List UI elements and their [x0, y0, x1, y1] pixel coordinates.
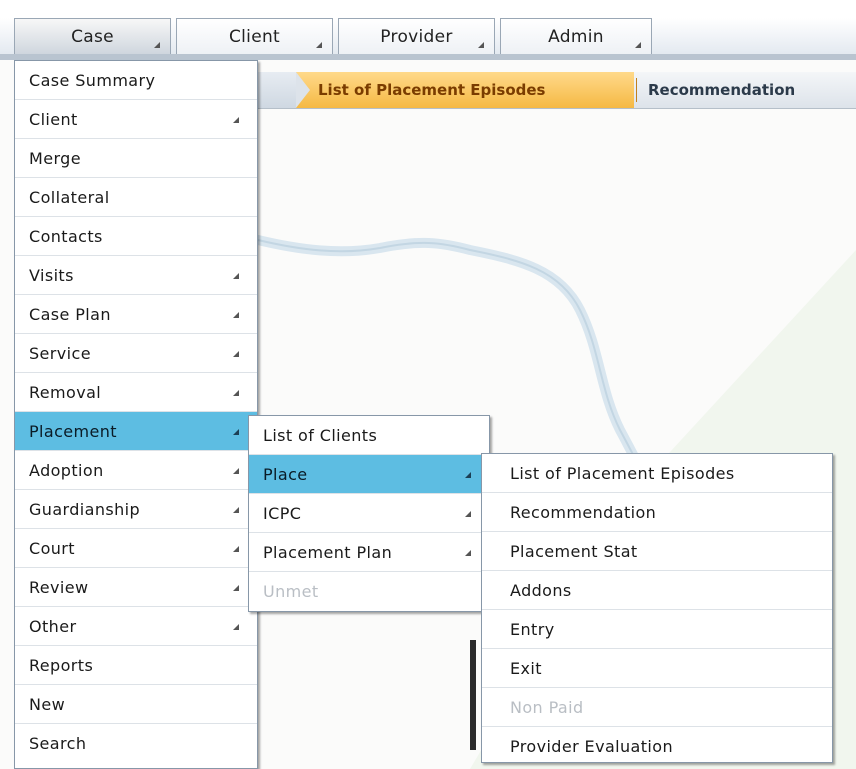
menu-item-label: List of Placement Episodes [510, 463, 735, 483]
menu-item-visits[interactable]: Visits [15, 256, 257, 295]
menu-item-label: Adoption [29, 460, 104, 480]
menu-item-new[interactable]: New [15, 685, 257, 724]
case-menu-button[interactable]: Case [14, 18, 171, 54]
menu-item-label: Placement Plan [263, 542, 393, 562]
menu-item-label: Recommendation [510, 502, 657, 522]
submenu-arrow-icon [233, 312, 239, 318]
menu-item-icpc[interactable]: ICPC [249, 494, 489, 533]
menu-item-label: Visits [29, 265, 74, 285]
client-menu-label: Client [228, 26, 280, 47]
menu-item-unmet: Unmet [249, 572, 489, 611]
menu-item-case-summary[interactable]: Case Summary [15, 61, 257, 100]
menu-item-contacts[interactable]: Contacts [15, 217, 257, 256]
place-submenu: List of Placement Episodes Recommendatio… [481, 453, 833, 763]
menu-item-label: Unmet [263, 582, 319, 601]
menu-item-provider-evaluation[interactable]: Provider Evaluation [482, 727, 832, 766]
breadcrumb-next-tab[interactable]: Recommendation [648, 72, 795, 108]
menu-item-adoption[interactable]: Adoption [15, 451, 257, 490]
menu-item-removal[interactable]: Removal [15, 373, 257, 412]
breadcrumb-next-label: Recommendation [648, 81, 796, 99]
menu-item-non-paid: Non Paid [482, 688, 832, 727]
submenu-arrow-icon [465, 472, 471, 478]
case-menu-label: Case [71, 26, 114, 47]
menu-item-placement-plan[interactable]: Placement Plan [249, 533, 489, 572]
submenu-arrow-icon [233, 390, 239, 396]
menu-item-placement[interactable]: Placement [15, 412, 257, 451]
menu-item-review[interactable]: Review [15, 568, 257, 607]
placement-submenu: List of Clients Place ICPC Placement Pla… [248, 415, 490, 612]
menu-item-label: Contacts [29, 226, 103, 246]
menu-item-list-of-placement-episodes[interactable]: List of Placement Episodes [482, 454, 832, 493]
menu-item-entry[interactable]: Entry [482, 610, 832, 649]
menu-item-label: List of Clients [263, 425, 378, 445]
menu-item-other[interactable]: Other [15, 607, 257, 646]
menu-item-guardianship[interactable]: Guardianship [15, 490, 257, 529]
menu-item-label: Collateral [29, 187, 110, 207]
breadcrumb-active-label: List of Placement Episodes [318, 81, 546, 99]
menu-item-label: Exit [510, 658, 542, 678]
admin-menu-label: Admin [548, 26, 604, 47]
menu-item-label: Case Summary [29, 70, 156, 90]
menu-item-recommendation[interactable]: Recommendation [482, 493, 832, 532]
menu-item-label: Addons [510, 580, 572, 600]
menu-item-merge[interactable]: Merge [15, 139, 257, 178]
menu-item-service[interactable]: Service [15, 334, 257, 373]
menu-item-label: Entry [510, 619, 555, 639]
menu-item-label: ICPC [263, 503, 302, 523]
menu-item-label: Non Paid [510, 697, 584, 717]
submenu-arrow-icon [233, 273, 239, 279]
menu-item-label: Client [29, 109, 78, 129]
menu-item-label: Placement [29, 421, 117, 441]
menu-item-exit[interactable]: Exit [482, 649, 832, 688]
submenu-arrow-icon [233, 585, 239, 591]
menu-item-label: New [29, 694, 66, 714]
menu-item-label: Search [29, 734, 87, 753]
menu-item-list-of-clients[interactable]: List of Clients [249, 416, 489, 455]
submenu-arrow-icon [233, 351, 239, 357]
menu-item-label: Case Plan [29, 304, 111, 324]
menu-item-label: Removal [29, 382, 102, 402]
case-menu-arrow-icon [154, 42, 160, 48]
client-menu-button[interactable]: Client [176, 18, 333, 54]
breadcrumb-home[interactable] [258, 72, 298, 108]
submenu-arrow-icon [233, 429, 239, 435]
menu-item-case-plan[interactable]: Case Plan [15, 295, 257, 334]
menu-item-addons[interactable]: Addons [482, 571, 832, 610]
case-dropdown-menu: Case Summary Client Merge Collateral Con… [14, 60, 258, 769]
submenu-arrow-icon [233, 468, 239, 474]
menu-item-label: Placement Stat [510, 541, 638, 561]
provider-menu-button[interactable]: Provider [338, 18, 495, 54]
menu-item-label: Other [29, 616, 77, 636]
submenu-arrow-icon [233, 507, 239, 513]
menu-item-place[interactable]: Place [249, 455, 489, 494]
menu-item-label: Guardianship [29, 499, 141, 519]
admin-menu-button[interactable]: Admin [500, 18, 652, 54]
menu-item-client[interactable]: Client [15, 100, 257, 139]
menu-item-reports[interactable]: Reports [15, 646, 257, 685]
submenu-arrow-icon [465, 550, 471, 556]
menu-item-label: Reports [29, 655, 94, 675]
admin-menu-arrow-icon [635, 42, 641, 48]
provider-menu-arrow-icon [478, 42, 484, 48]
menu-item-search[interactable]: Search [15, 724, 257, 763]
provider-menu-label: Provider [380, 26, 453, 47]
submenu-arrow-icon [233, 117, 239, 123]
menu-item-court[interactable]: Court [15, 529, 257, 568]
menu-item-label: Review [29, 577, 89, 597]
menu-item-label: Place [263, 464, 308, 484]
menu-item-placement-stat[interactable]: Placement Stat [482, 532, 832, 571]
top-menu-bar: Case Client Provider Admin [0, 0, 856, 60]
breadcrumb-separator [636, 78, 637, 102]
menu-item-label: Court [29, 538, 75, 558]
client-menu-arrow-icon [316, 42, 322, 48]
menu-item-label: Merge [29, 148, 81, 168]
menu-item-collateral[interactable]: Collateral [15, 178, 257, 217]
submenu-arrow-icon [233, 546, 239, 552]
submenu-arrow-icon [233, 624, 239, 630]
submenu-arrow-icon [465, 511, 471, 517]
menu-item-label: Provider Evaluation [510, 737, 673, 756]
menu-item-label: Service [29, 343, 91, 363]
breadcrumb-active-tab[interactable]: List of Placement Episodes [296, 72, 634, 108]
